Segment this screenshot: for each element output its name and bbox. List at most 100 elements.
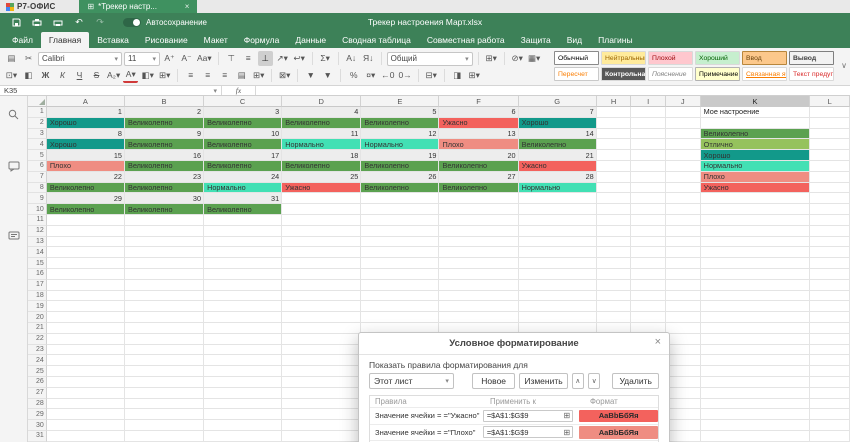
sort-desc-icon[interactable]: Я↓ <box>361 51 376 66</box>
font-increase-icon[interactable]: A⁺ <box>162 51 177 66</box>
cell-L28[interactable] <box>810 399 850 410</box>
cell-K16[interactable] <box>701 269 811 280</box>
ribbon-tab-Макет[interactable]: Макет <box>196 32 236 48</box>
cell-F14[interactable] <box>439 247 518 258</box>
cell-G18[interactable] <box>519 291 597 302</box>
cell-E18[interactable] <box>361 291 439 302</box>
cell-L20[interactable] <box>810 312 850 323</box>
format-as-table-icon[interactable]: ▦▾ <box>527 51 542 66</box>
cell-J17[interactable] <box>666 280 701 291</box>
cell-L24[interactable] <box>810 355 850 366</box>
cell-K7[interactable]: Плохо <box>701 172 811 183</box>
cell-C11[interactable] <box>204 215 282 226</box>
cell-A19[interactable] <box>47 301 125 312</box>
cell-C23[interactable] <box>204 345 282 356</box>
cell-E17[interactable] <box>361 280 439 291</box>
select-all-button[interactable] <box>28 96 47 107</box>
cell-D16[interactable] <box>282 269 361 280</box>
cell-F12[interactable] <box>439 226 518 237</box>
copy-icon[interactable]: ⊡▾ <box>4 68 19 83</box>
new-rule-button[interactable]: Новое <box>472 373 515 389</box>
ribbon-tab-Плагины[interactable]: Плагины <box>590 32 640 48</box>
cell-J20[interactable] <box>666 312 701 323</box>
number-format-select[interactable]: Общий▾ <box>387 52 473 66</box>
cell-I11[interactable] <box>631 215 666 226</box>
cell-F8[interactable]: Великолепно <box>439 183 518 194</box>
cell-L30[interactable] <box>810 420 850 431</box>
cell-J19[interactable] <box>666 301 701 312</box>
cell-D11[interactable] <box>282 215 361 226</box>
cell-J8[interactable] <box>666 183 701 194</box>
cell-G8[interactable]: Нормально <box>519 183 597 194</box>
cell-L10[interactable] <box>810 204 850 215</box>
formula-input[interactable] <box>256 86 850 95</box>
cell-C19[interactable] <box>204 301 282 312</box>
cell-G13[interactable] <box>519 237 597 248</box>
delete-cells-icon[interactable]: ⊟▾ <box>424 68 439 83</box>
undo-icon[interactable]: ↶ <box>73 17 85 27</box>
cell-style-Плохой[interactable]: Плохой <box>648 51 693 65</box>
cell-E15[interactable] <box>361 258 439 269</box>
cell-F15[interactable] <box>439 258 518 269</box>
cell-C30[interactable] <box>204 420 282 431</box>
cell-A31[interactable] <box>47 431 125 442</box>
cell-G14[interactable] <box>519 247 597 258</box>
row-header-17[interactable]: 17 <box>28 280 47 291</box>
cell-D19[interactable] <box>282 301 361 312</box>
format-painter-icon[interactable]: ◧ <box>21 68 36 83</box>
cell-I12[interactable] <box>631 226 666 237</box>
cell-E7[interactable]: 26 <box>361 172 439 183</box>
row-header-4[interactable]: 4 <box>28 139 47 150</box>
cell-D9[interactable] <box>282 193 361 204</box>
insert-cells-icon[interactable]: ⊞▾ <box>484 51 499 66</box>
cell-G7[interactable]: 28 <box>519 172 597 183</box>
cell-D13[interactable] <box>282 237 361 248</box>
cell-F7[interactable]: 27 <box>439 172 518 183</box>
cell-E6[interactable]: Великолепно <box>361 161 439 172</box>
cell-C27[interactable] <box>204 388 282 399</box>
cell-I4[interactable] <box>631 139 666 150</box>
font-color-icon[interactable]: A▾ <box>123 68 138 83</box>
valign-bottom-icon[interactable]: ⊥ <box>258 51 273 66</box>
ribbon-tab-Данные[interactable]: Данные <box>287 32 334 48</box>
cell-H11[interactable] <box>597 215 632 226</box>
delete-style-icon[interactable]: ⊠▾ <box>277 68 292 83</box>
cell-J1[interactable] <box>666 107 701 118</box>
cell-G12[interactable] <box>519 226 597 237</box>
cell-B27[interactable] <box>125 388 204 399</box>
column-header-L[interactable]: L <box>810 96 850 107</box>
rule-range-input[interactable]: =$A$1:$G$9⊞ <box>483 426 573 438</box>
rule-range-input[interactable]: =$A$1:$G$9⊞ <box>483 410 573 422</box>
filter-icon[interactable]: ▼ <box>303 68 318 83</box>
cell-E19[interactable] <box>361 301 439 312</box>
cell-J9[interactable] <box>666 193 701 204</box>
cell-K11[interactable] <box>701 215 811 226</box>
borders-icon[interactable]: ⊞▾ <box>157 68 172 83</box>
cell-G17[interactable] <box>519 280 597 291</box>
cell-J25[interactable] <box>666 366 701 377</box>
decimal-increase-icon[interactable]: ←0 <box>380 68 395 83</box>
cell-B21[interactable] <box>125 323 204 334</box>
cell-D18[interactable] <box>282 291 361 302</box>
cell-style-icon[interactable]: ◨ <box>450 68 465 83</box>
cell-C15[interactable] <box>204 258 282 269</box>
cell-E16[interactable] <box>361 269 439 280</box>
cell-K15[interactable] <box>701 258 811 269</box>
cell-D17[interactable] <box>282 280 361 291</box>
column-header-D[interactable]: D <box>282 96 361 107</box>
cell-J6[interactable] <box>666 161 701 172</box>
ribbon-tab-Формула[interactable]: Формула <box>236 32 288 48</box>
cell-A8[interactable]: Великолепно <box>47 183 125 194</box>
cell-D20[interactable] <box>282 312 361 323</box>
cell-D12[interactable] <box>282 226 361 237</box>
cell-G1[interactable]: 7 <box>519 107 597 118</box>
cell-J28[interactable] <box>666 399 701 410</box>
cell-E13[interactable] <box>361 237 439 248</box>
row-header-5[interactable]: 5 <box>28 150 47 161</box>
cell-L2[interactable] <box>810 118 850 129</box>
cell-D30[interactable] <box>282 420 361 431</box>
name-box-caret-icon[interactable]: ▾ <box>213 87 217 95</box>
align-left-icon[interactable]: ≡ <box>183 68 198 83</box>
cell-B3[interactable]: 9 <box>125 129 204 140</box>
cell-I10[interactable] <box>631 204 666 215</box>
